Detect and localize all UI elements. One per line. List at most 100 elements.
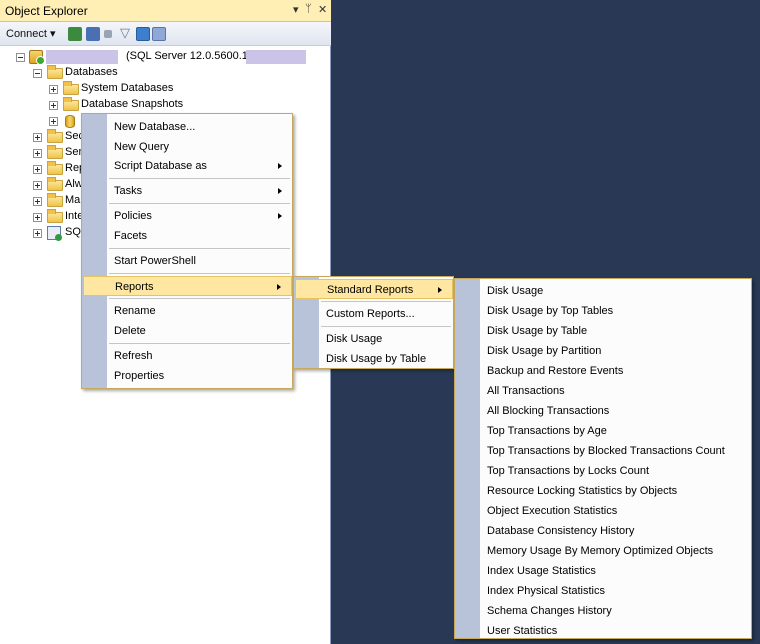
menu-item-report[interactable]: Disk Usage by Partition — [480, 341, 751, 361]
folder-icon — [47, 193, 63, 207]
menu-item-report[interactable]: User Statistics — [480, 621, 751, 639]
tree-row-server-objects[interactable]: Serv — [0, 145, 88, 161]
menu-item-custom-reports[interactable]: Custom Reports... — [319, 304, 453, 324]
expand-icon[interactable] — [33, 149, 42, 158]
menu-item-report[interactable]: All Transactions — [480, 381, 751, 401]
tree-row-user-database[interactable] — [0, 113, 90, 129]
menu-item-rename[interactable]: Rename — [107, 301, 292, 321]
menu-item-report[interactable]: Top Transactions by Age — [480, 421, 751, 441]
expand-icon[interactable] — [49, 101, 58, 110]
filter-icon[interactable]: ▽ — [120, 25, 134, 40]
menu-item-label: Policies — [114, 210, 152, 222]
menu-item-tasks[interactable]: Tasks — [107, 181, 292, 201]
menu-item-report[interactable]: Top Transactions by Locks Count — [480, 461, 751, 481]
menu-item-policies[interactable]: Policies — [107, 206, 292, 226]
menu-item-start-powershell[interactable]: Start PowerShell — [107, 251, 292, 271]
menu-separator — [109, 273, 290, 274]
expand-icon[interactable] — [33, 213, 42, 222]
menu-item-facets[interactable]: Facets — [107, 226, 292, 246]
tree-row-security[interactable]: Sec — [0, 129, 84, 145]
menu-item-report[interactable]: Database Consistency History — [480, 521, 751, 541]
menu-item-report[interactable]: Resource Locking Statistics by Objects — [480, 481, 751, 501]
folder-icon — [47, 145, 63, 159]
menu-item-refresh[interactable]: Refresh — [107, 346, 292, 366]
menu-item-label: All Transactions — [487, 385, 565, 397]
connect-button[interactable]: Connect ▾ — [6, 27, 56, 43]
menu-item-label: Index Usage Statistics — [487, 565, 596, 577]
menu-item-label: New Database... — [114, 121, 196, 133]
menu-item-disk-usage-by-table[interactable]: Disk Usage by Table — [319, 349, 453, 369]
menu-item-label: Database Consistency History — [487, 525, 635, 537]
tree-row-databases[interactable]: Databases — [0, 65, 331, 81]
menu-separator — [321, 301, 451, 302]
tree-row-system-databases[interactable]: System Databases — [0, 81, 331, 97]
menu-item-label: New Query — [114, 141, 170, 153]
menu-item-label: Backup and Restore Events — [487, 365, 624, 377]
menu-item-report[interactable]: Disk Usage by Table — [480, 321, 751, 341]
submenu-arrow-icon — [277, 284, 281, 290]
pin-icon[interactable]: ᛘ — [305, 3, 312, 15]
menu-separator — [109, 248, 290, 249]
expand-icon[interactable] — [33, 165, 42, 174]
stop-icon[interactable] — [104, 30, 112, 38]
menu-item-report[interactable]: Object Execution Statistics — [480, 501, 751, 521]
expand-icon[interactable] — [33, 197, 42, 206]
menu-item-label: Disk Usage — [326, 333, 383, 345]
database-snapshots-label: Database Snapshots — [81, 98, 184, 110]
menu-item-report[interactable]: Backup and Restore Events — [480, 361, 751, 381]
refresh-icon[interactable] — [136, 27, 150, 41]
menu-item-new-query[interactable]: New Query — [107, 137, 292, 157]
menu-item-label: User Statistics — [487, 625, 558, 637]
activity-monitor-icon[interactable] — [152, 27, 166, 41]
server-icon — [29, 50, 45, 65]
expand-icon[interactable] — [49, 85, 58, 94]
submenu-arrow-icon — [278, 213, 282, 219]
tree-row-replication[interactable]: Rep — [0, 161, 85, 177]
menu-item-label: Index Physical Statistics — [487, 585, 605, 597]
menu-item-label: Reports — [115, 281, 154, 293]
menu-item-report[interactable]: Disk Usage by Top Tables — [480, 301, 751, 321]
menu-separator — [109, 298, 290, 299]
menu-item-standard-reports[interactable]: Standard Reports — [295, 279, 453, 299]
disconnect-icon[interactable] — [86, 27, 100, 41]
menu-item-properties[interactable]: Properties — [107, 366, 292, 386]
close-icon[interactable]: ✕ — [318, 3, 327, 16]
menu-item-reports[interactable]: Reports — [83, 276, 292, 296]
tree-row-always-on[interactable]: Alw — [0, 177, 83, 193]
menu-item-label: Properties — [114, 370, 165, 382]
expand-icon[interactable] — [49, 117, 58, 126]
menu-item-new-database[interactable]: New Database... — [107, 117, 292, 137]
menu-item-script-database-as[interactable]: Script Database as — [107, 156, 292, 176]
menu-item-report[interactable]: Schema Changes History — [480, 601, 751, 621]
menu-item-report[interactable]: Disk Usage — [480, 281, 751, 301]
expand-icon[interactable] — [33, 181, 42, 190]
menu-item-report[interactable]: Index Physical Statistics — [480, 581, 751, 601]
database-icon — [65, 115, 75, 128]
menu-item-label: Start PowerShell — [114, 255, 196, 267]
tree-row-management[interactable]: Mar — [0, 193, 84, 209]
dropdown-icon[interactable]: ▾ — [293, 3, 299, 16]
folder-icon — [47, 161, 63, 175]
tree-row-database-snapshots[interactable]: Database Snapshots — [0, 97, 331, 113]
menu-item-report[interactable]: Memory Usage By Memory Optimized Objects — [480, 541, 751, 561]
tree-row-integration-services[interactable]: Inte — [0, 209, 83, 225]
expand-icon[interactable] — [33, 229, 42, 238]
connect-object-icon[interactable] — [68, 27, 82, 41]
menu-item-report[interactable]: Top Transactions by Blocked Transactions… — [480, 441, 751, 461]
menu-item-label: Resource Locking Statistics by Objects — [487, 485, 678, 497]
expand-icon[interactable] — [33, 133, 42, 142]
collapse-icon[interactable] — [33, 69, 42, 78]
menu-item-label: Delete — [114, 325, 146, 337]
databases-label: Databases — [65, 66, 118, 78]
menu-item-delete[interactable]: Delete — [107, 321, 292, 341]
menu-item-label: Disk Usage by Partition — [487, 345, 602, 357]
menu-item-disk-usage[interactable]: Disk Usage — [319, 329, 453, 349]
menu-item-label: Facets — [114, 230, 148, 242]
menu-item-report[interactable]: All Blocking Transactions — [480, 401, 751, 421]
menu-item-label: All Blocking Transactions — [487, 405, 610, 417]
tree-row-sql-agent[interactable]: SQL — [0, 225, 87, 241]
collapse-icon[interactable] — [16, 53, 25, 62]
tree-row-server[interactable]: (SQL Server 12.0.5600.1 - — [0, 49, 331, 65]
menu-item-label: Top Transactions by Age — [487, 425, 607, 437]
menu-item-report[interactable]: Index Usage Statistics — [480, 561, 751, 581]
